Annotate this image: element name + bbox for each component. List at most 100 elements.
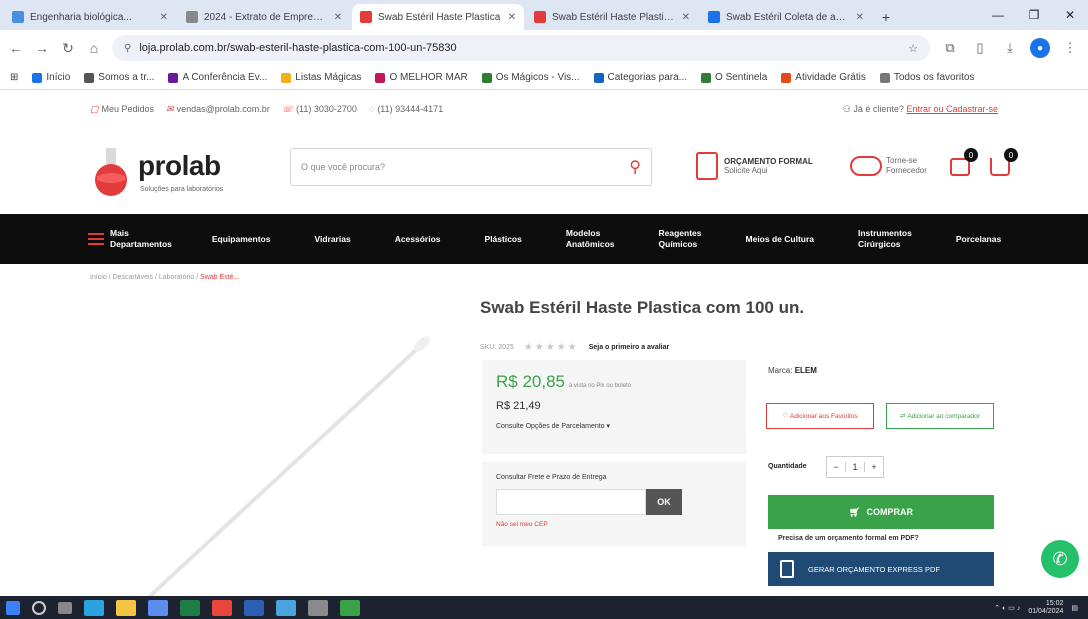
browser-tab-active[interactable]: Swab Estéril Haste Plastica ✕ xyxy=(352,4,524,30)
menu-icon[interactable]: ⋮ xyxy=(1060,40,1080,56)
bookmark-item[interactable]: Início xyxy=(32,72,70,83)
nav-item-vidrarias[interactable]: Vidrarias xyxy=(314,234,350,245)
cart-button[interactable]: 0 xyxy=(986,148,1018,180)
download-icon[interactable]: ⤓ xyxy=(1000,40,1020,56)
browser-tab[interactable]: Swab Estéril Coleta de amostra ✕ xyxy=(700,4,872,30)
unknown-cep-link[interactable]: Não sei meu CEP xyxy=(496,521,732,528)
generate-pdf-quote-button[interactable]: GERAR ORÇAMENTO EXPRESS PDF xyxy=(768,552,994,586)
top-link-phone[interactable]: ☏ (11) 3030-2700 xyxy=(282,104,357,115)
nav-item-meios-de-cultura[interactable]: Meios de Cultura xyxy=(746,234,814,245)
site-info-icon[interactable]: ⚲ xyxy=(124,43,131,54)
nav-item-instrumentos-cirurgicos[interactable]: Instrumentos Cirúrgicos xyxy=(858,228,912,250)
pdf-label: GERAR ORÇAMENTO EXPRESS PDF xyxy=(808,564,940,574)
shipping-ok-button[interactable]: OK xyxy=(646,489,682,515)
whatsapp-icon[interactable]: ✆ xyxy=(1041,540,1079,578)
bookmark-item[interactable]: O MELHOR MAR xyxy=(375,72,468,83)
bookmark-icon xyxy=(593,72,604,83)
avatar[interactable]: ● xyxy=(1030,38,1050,58)
payment-options-link[interactable]: Consulte Opções de Parcelamento ▾ xyxy=(496,422,732,430)
nav-item-porcelanas[interactable]: Porcelanas xyxy=(956,234,1001,245)
bookmark-label: Somos a tr... xyxy=(98,72,155,83)
notifications-icon[interactable]: ▤ xyxy=(1071,604,1078,612)
store-icon[interactable] xyxy=(148,599,168,616)
decrement-button[interactable]: − xyxy=(827,462,845,472)
add-to-compare-button[interactable]: ⇄ Adicionar ao comparador xyxy=(886,403,994,429)
bookmark-item[interactable]: Listas Mágicas xyxy=(281,72,361,83)
url-field[interactable]: ⚲ loja.prolab.com.br/swab-esteril-haste-… xyxy=(112,35,930,61)
search-taskbar-icon[interactable] xyxy=(32,600,46,615)
word-icon[interactable] xyxy=(244,599,264,616)
top-link-orders[interactable]: ▢ Meu Pedidos xyxy=(90,104,154,115)
prolab-logo[interactable]: prolab Soluções para laboratórios xyxy=(88,136,258,206)
supplier-link[interactable]: Torne-se Fornecedor xyxy=(850,156,927,176)
app-icon[interactable] xyxy=(276,599,296,616)
nav-item-reagentes-quimicos[interactable]: Reagentes Químicos xyxy=(659,228,702,250)
close-icon[interactable]: ✕ xyxy=(160,12,168,23)
top-link-whatsapp[interactable]: ◌ (11) 93444-4171 xyxy=(369,104,443,115)
clock[interactable]: 15:02 01/04/2024 xyxy=(1028,600,1063,616)
apps-icon[interactable]: ⊞ xyxy=(10,72,18,83)
bookmark-item[interactable]: Os Mágicos - Vis... xyxy=(481,72,580,83)
nav-label: Porcelanas xyxy=(955,233,1002,244)
top-link-email[interactable]: ✉ vendas@prolab.com.br xyxy=(166,104,270,115)
increment-button[interactable]: + xyxy=(865,462,883,472)
top-link-label: vendas@prolab.com.br xyxy=(176,104,270,114)
breadcrumb-current: Swab Esté... xyxy=(200,274,240,281)
explorer-icon[interactable] xyxy=(116,599,136,616)
breadcrumb-path[interactable]: Início / Descartáveis / Laboratório / xyxy=(90,274,200,281)
first-review-link[interactable]: Seja o primeiro a avaliar xyxy=(589,344,670,351)
browser-tab[interactable]: 2024 - Extrato de Empresas ✕ xyxy=(178,4,350,30)
task-view-icon[interactable] xyxy=(58,601,72,614)
bookmark-item[interactable]: O Sentinela xyxy=(701,72,767,83)
bookmark-item[interactable]: Categorias para... xyxy=(593,72,688,83)
close-icon[interactable]: ✕ xyxy=(856,12,864,23)
browser-tab[interactable]: Engenharia biológica... ✕ xyxy=(4,4,176,30)
bookmark-label: Listas Mágicas xyxy=(295,72,362,83)
product-image-swab[interactable] xyxy=(130,330,440,596)
nav-item-equipamentos[interactable]: Equipamentos xyxy=(212,234,271,245)
bookmark-item[interactable]: Atividade Grátis xyxy=(781,72,866,83)
app-icon[interactable] xyxy=(340,599,360,616)
minimize-icon[interactable]: — xyxy=(980,8,1016,22)
buy-button[interactable]: 🛒︎ COMPRAR xyxy=(768,495,994,529)
brand-value[interactable]: ELEM xyxy=(795,366,817,375)
tray-icons[interactable]: ⌃ ◐ ▭ ♪ xyxy=(994,604,1020,612)
close-icon[interactable]: ✕ xyxy=(334,12,342,23)
back-icon[interactable]: ← xyxy=(8,40,24,56)
nav-item-acessorios[interactable]: Acessórios xyxy=(395,234,441,245)
bookmark-item[interactable]: Somos a tr... xyxy=(84,72,154,83)
add-to-favorites-button[interactable]: ♡ Adicionar aos Favoritos xyxy=(766,403,874,429)
browser-tab[interactable]: Swab Estéril Haste Plastica Pe... ✕ xyxy=(526,4,698,30)
nav-item-plasticos[interactable]: Plásticos xyxy=(485,234,522,245)
bookmark-item[interactable]: Todos os favoritos xyxy=(879,72,974,83)
search-icon[interactable]: ⚲ xyxy=(629,157,641,177)
tab-favicon xyxy=(534,11,546,23)
quantity-value[interactable]: 1 xyxy=(845,462,865,472)
search-input[interactable]: O que você procura? ⚲ xyxy=(290,148,652,186)
login-link[interactable]: Entrar ou Cadastrar-se xyxy=(906,104,998,114)
excel-icon[interactable] xyxy=(180,599,200,616)
chrome-icon[interactable] xyxy=(212,599,232,616)
maximize-icon[interactable]: ❐ xyxy=(1016,8,1052,22)
bookmark-label: Categorias para... xyxy=(607,72,688,83)
reload-icon[interactable]: ↻ xyxy=(60,40,76,57)
bookmark-star-icon[interactable]: ☆ xyxy=(908,42,918,55)
close-icon[interactable]: ✕ xyxy=(508,12,516,23)
forward-icon[interactable]: → xyxy=(34,40,50,56)
close-window-icon[interactable]: ✕ xyxy=(1052,8,1088,22)
orcamento-formal-link[interactable]: ORÇAMENTO FORMAL Solicite Aqui xyxy=(696,152,813,180)
home-icon[interactable]: ⌂ xyxy=(86,40,102,56)
close-icon[interactable]: ✕ xyxy=(682,12,690,23)
sidepanel-icon[interactable]: ▯ xyxy=(970,40,990,56)
nav-item-modelos-anatomicos[interactable]: Modelos Anatômicos xyxy=(566,228,615,250)
cep-input[interactable] xyxy=(496,489,646,515)
extensions-icon[interactable]: ⧉ xyxy=(940,40,960,56)
nav-item-mais-departamentos[interactable]: Mais Departamentos xyxy=(88,228,172,250)
app-icon[interactable] xyxy=(308,599,328,616)
start-icon[interactable] xyxy=(6,600,20,615)
wishlist-button[interactable]: 0 xyxy=(946,148,978,180)
new-tab-icon[interactable]: + xyxy=(874,4,898,30)
supplier-line2: Fornecedor xyxy=(886,166,927,175)
edge-icon[interactable] xyxy=(84,599,104,616)
bookmark-item[interactable]: A Conferência Ev... xyxy=(168,72,267,83)
